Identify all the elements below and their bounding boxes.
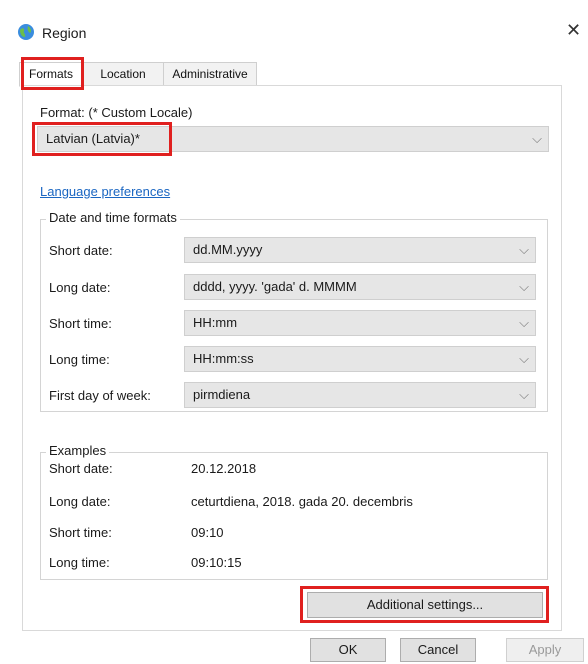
short-date-select[interactable]: dd.MM.yyyy ⌵ (184, 237, 536, 263)
short-time-value: HH:mm (193, 315, 238, 330)
examples-legend: Examples (46, 443, 110, 458)
examples-group (40, 452, 548, 580)
example-long-date-value: ceturtdiena, 2018. gada 20. decembris (191, 494, 413, 509)
long-date-select[interactable]: dddd, yyyy. 'gada' d. MMMM ⌵ (184, 274, 536, 300)
short-time-label: Short time: (49, 316, 112, 331)
example-short-date-label: Short date: (49, 461, 113, 476)
format-select-value: Latvian (Latvia)* (46, 131, 140, 146)
chevron-down-icon: ⌵ (519, 387, 529, 402)
long-time-value: HH:mm:ss (193, 351, 254, 366)
short-date-value: dd.MM.yyyy (193, 242, 263, 257)
long-time-label: Long time: (49, 352, 110, 367)
globe-icon (18, 24, 34, 40)
chevron-down-icon: ⌵ (519, 279, 529, 294)
example-long-time-value: 09:10:15 (191, 555, 242, 570)
format-label: Format: (* Custom Locale) (40, 105, 193, 120)
ok-button[interactable]: OK (310, 638, 386, 662)
chevron-down-icon: ⌵ (519, 315, 529, 330)
first-day-of-week-label: First day of week: (49, 388, 151, 403)
example-short-date-value: 20.12.2018 (191, 461, 257, 476)
window-title: Region (42, 25, 87, 41)
example-short-time-value: 09:10 (191, 525, 224, 540)
format-select[interactable]: Latvian (Latvia)* ⌵ (37, 126, 549, 152)
tab-administrative[interactable]: Administrative (163, 62, 257, 86)
additional-settings-button[interactable]: Additional settings... (307, 592, 543, 618)
close-icon[interactable]: ✕ (566, 20, 581, 41)
long-date-label: Long date: (49, 280, 111, 295)
short-time-select[interactable]: HH:mm ⌵ (184, 310, 536, 336)
tab-formats[interactable]: Formats (19, 62, 83, 87)
first-day-of-week-value: pirmdiena (193, 387, 251, 402)
cancel-button[interactable]: Cancel (400, 638, 476, 662)
chevron-down-icon: ⌵ (532, 131, 542, 146)
tab-location[interactable]: Location (81, 62, 165, 86)
chevron-down-icon: ⌵ (519, 242, 529, 257)
example-long-date-label: Long date: (49, 494, 111, 509)
long-date-value: dddd, yyyy. 'gada' d. MMMM (193, 279, 357, 294)
date-time-formats-legend: Date and time formats (46, 210, 180, 225)
language-preferences-link[interactable]: Language preferences (40, 184, 170, 199)
example-long-time-label: Long time: (49, 555, 110, 570)
long-time-select[interactable]: HH:mm:ss ⌵ (184, 346, 536, 372)
example-short-time-label: Short time: (49, 525, 112, 540)
chevron-down-icon: ⌵ (519, 351, 529, 366)
apply-button[interactable]: Apply (506, 638, 584, 662)
short-date-label: Short date: (49, 243, 113, 258)
first-day-of-week-select[interactable]: pirmdiena ⌵ (184, 382, 536, 408)
